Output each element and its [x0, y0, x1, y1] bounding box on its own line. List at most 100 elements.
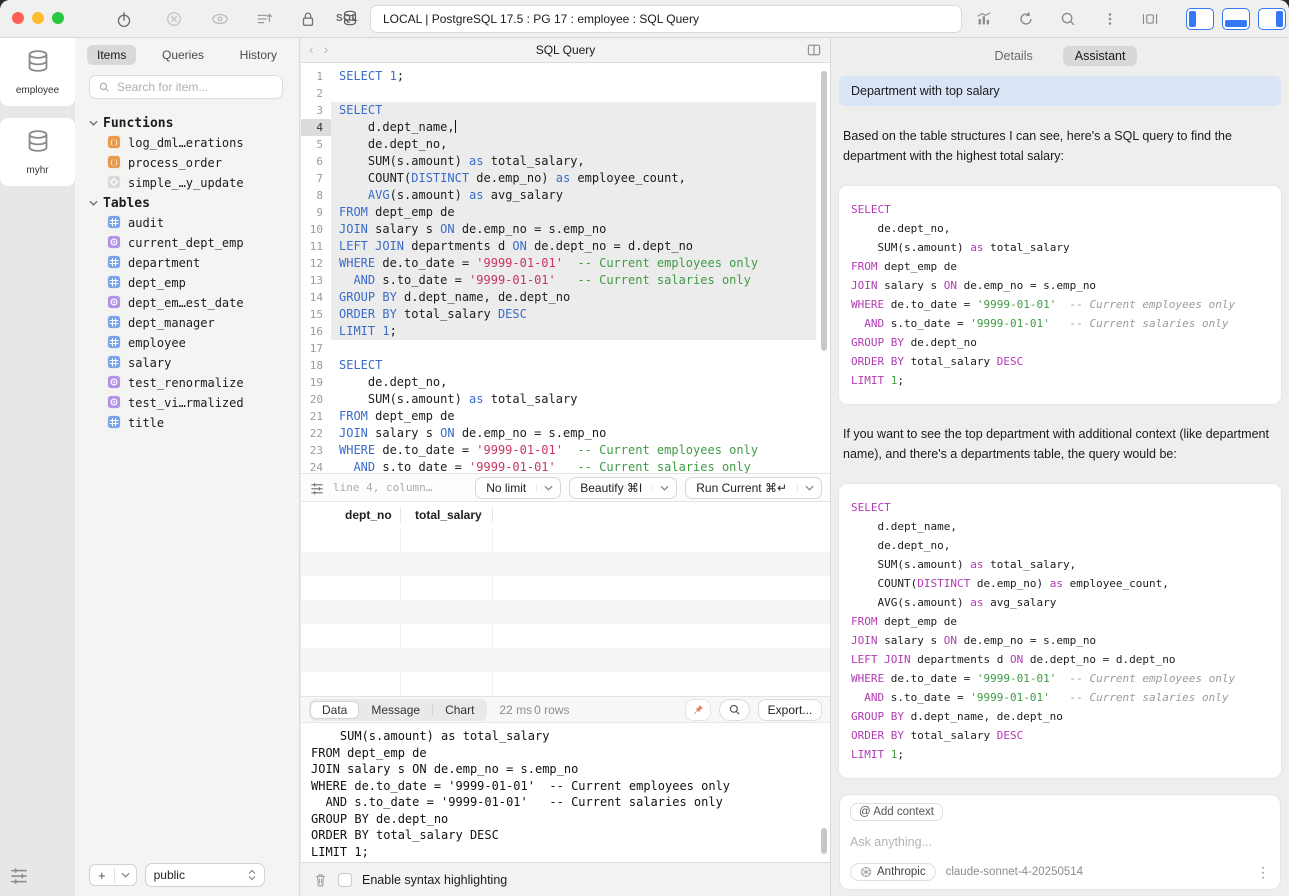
assistant-composer[interactable]: @ Add context Ask anything... Anthropic …: [839, 794, 1281, 890]
forward-button[interactable]: ›: [324, 41, 329, 57]
pin-icon[interactable]: [685, 699, 711, 721]
toggle-right-panel-button[interactable]: [1258, 8, 1286, 30]
syntax-highlighting-checkbox[interactable]: [338, 873, 352, 887]
rail-settings-icon[interactable]: [8, 864, 30, 886]
beautify-button[interactable]: Beautify ⌘I: [569, 477, 677, 499]
table-row[interactable]: [301, 648, 830, 672]
eye-icon[interactable]: [208, 7, 232, 31]
tab-queries[interactable]: Queries: [152, 45, 214, 65]
editor-line[interactable]: 3SELECT: [301, 102, 830, 119]
tables-section-header[interactable]: Tables: [89, 193, 293, 213]
tab-details[interactable]: Details: [983, 46, 1045, 66]
sidebar-item-simple_…y_update[interactable]: simple_…y_update: [89, 173, 293, 193]
tab-history[interactable]: History: [230, 45, 287, 65]
sidebar-item-process_order[interactable]: ()process_order: [89, 153, 293, 173]
tab-assistant[interactable]: Assistant: [1063, 46, 1138, 66]
queue-icon[interactable]: [252, 7, 276, 31]
run-current-button[interactable]: Run Current ⌘↵: [685, 477, 822, 499]
sidebar-item-dept_em…est_date[interactable]: dept_em…est_date: [89, 293, 293, 313]
functions-section-header[interactable]: Functions: [89, 113, 293, 133]
table-row[interactable]: [301, 624, 830, 648]
editor-line[interactable]: 4 d.dept_name,: [301, 119, 830, 136]
sql-editor[interactable]: 1SELECT 1;2 3SELECT4 d.dept_name,5 de.de…: [301, 63, 830, 473]
sidebar-item-audit[interactable]: audit: [89, 213, 293, 233]
sidebar-item-log_dml…erations[interactable]: ()log_dml…erations: [89, 133, 293, 153]
editor-line[interactable]: 6 SUM(s.amount) as total_salary,: [301, 153, 830, 170]
sidebar-item-title[interactable]: title: [89, 413, 293, 433]
toggle-left-panel-button[interactable]: [1186, 8, 1214, 30]
assistant-conversation[interactable]: Department with top salary Based on the …: [831, 68, 1289, 786]
query-console[interactable]: SUM(s.amount) as total_salaryFROM dept_e…: [301, 722, 830, 862]
column-header-total-salary[interactable]: total_salary: [401, 507, 493, 523]
editor-line[interactable]: 21FROM dept_emp de: [301, 408, 830, 425]
editor-line[interactable]: 18SELECT: [301, 357, 830, 374]
editor-line[interactable]: 7 COUNT(DISTINCT de.emp_no) as employee_…: [301, 170, 830, 187]
search-icon[interactable]: [1056, 7, 1080, 31]
editor-line[interactable]: 2: [301, 85, 830, 102]
editor-line[interactable]: 9FROM dept_emp de: [301, 204, 830, 221]
editor-scrollbar[interactable]: [821, 71, 827, 351]
export-button[interactable]: Export...: [758, 699, 822, 721]
editor-line[interactable]: 5 de.dept_no,: [301, 136, 830, 153]
editor-line[interactable]: 15ORDER BY total_salary DESC: [301, 306, 830, 323]
table-row[interactable]: [301, 672, 830, 696]
editor-line[interactable]: 24 AND s.to_date = '9999-01-01' -- Curre…: [301, 459, 830, 473]
console-scrollbar[interactable]: [821, 828, 827, 854]
sidebar-item-test_renormalize[interactable]: test_renormalize: [89, 373, 293, 393]
editor-line[interactable]: 16LIMIT 1;: [301, 323, 830, 340]
connection-icon[interactable]: [112, 7, 136, 31]
editor-settings-icon[interactable]: [309, 480, 325, 496]
sidebar-item-current_dept_emp[interactable]: current_dept_emp: [89, 233, 293, 253]
limit-dropdown[interactable]: No limit: [475, 477, 561, 499]
sidebar-item-test_vi…rmalized[interactable]: test_vi…rmalized: [89, 393, 293, 413]
tab-items[interactable]: Items: [87, 45, 136, 65]
editor-line[interactable]: 19 de.dept_no,: [301, 374, 830, 391]
editor-line[interactable]: 13 AND s.to_date = '9999-01-01' -- Curre…: [301, 272, 830, 289]
search-input[interactable]: [115, 79, 274, 95]
editor-line[interactable]: 23WHERE de.to_date = '9999-01-01' -- Cur…: [301, 442, 830, 459]
editor-line[interactable]: 14GROUP BY d.dept_name, de.dept_no: [301, 289, 830, 306]
sidebar-item-employee[interactable]: employee: [89, 333, 293, 353]
tab-message[interactable]: Message: [359, 701, 432, 719]
composer-options-icon[interactable]: ⋮: [1256, 867, 1270, 877]
layout-columns-icon[interactable]: [1138, 7, 1162, 31]
provider-selector[interactable]: Anthropic: [850, 863, 936, 881]
table-row[interactable]: [301, 552, 830, 576]
add-item-button[interactable]: +: [89, 864, 137, 886]
table-row[interactable]: [301, 576, 830, 600]
editor-line[interactable]: 12WHERE de.to_date = '9999-01-01' -- Cur…: [301, 255, 830, 272]
close-window-button[interactable]: [12, 12, 24, 24]
refresh-icon[interactable]: [1014, 7, 1038, 31]
zoom-window-button[interactable]: [52, 12, 64, 24]
table-row[interactable]: [301, 528, 830, 552]
split-editor-icon[interactable]: [806, 42, 822, 61]
editor-line[interactable]: 10JOIN salary s ON de.emp_no = s.emp_no: [301, 221, 830, 238]
column-header-dept-no[interactable]: dept_no: [331, 507, 401, 523]
connection-myhr[interactable]: myhr: [0, 118, 75, 186]
connection-title[interactable]: LOCAL | PostgreSQL 17.5 : PG 17 : employ…: [370, 5, 962, 33]
editor-line[interactable]: 1SELECT 1;: [301, 68, 830, 85]
disconnect-icon[interactable]: [162, 7, 186, 31]
search-results-button[interactable]: [719, 699, 750, 721]
trash-icon[interactable]: [313, 872, 328, 888]
more-options-icon[interactable]: [1098, 7, 1122, 31]
add-context-button[interactable]: @ Add context: [850, 803, 943, 821]
sidebar-item-department[interactable]: department: [89, 253, 293, 273]
editor-line[interactable]: 17: [301, 340, 830, 357]
item-search-field[interactable]: [89, 75, 283, 99]
ask-input[interactable]: Ask anything...: [850, 835, 1270, 849]
editor-line[interactable]: 8 AVG(s.amount) as avg_salary: [301, 187, 830, 204]
toggle-bottom-panel-button[interactable]: [1222, 8, 1250, 30]
tab-data[interactable]: Data: [310, 701, 359, 719]
sidebar-item-dept_emp[interactable]: dept_emp: [89, 273, 293, 293]
connection-employee[interactable]: employee: [0, 38, 75, 106]
lock-icon[interactable]: [296, 7, 320, 31]
editor-line[interactable]: 22JOIN salary s ON de.emp_no = s.emp_no: [301, 425, 830, 442]
back-button[interactable]: ‹: [309, 41, 314, 57]
schema-selector[interactable]: public: [145, 863, 265, 887]
minimize-window-button[interactable]: [32, 12, 44, 24]
editor-line[interactable]: 20 SUM(s.amount) as total_salary: [301, 391, 830, 408]
chart-icon[interactable]: [972, 7, 996, 31]
table-row[interactable]: [301, 600, 830, 624]
sidebar-item-salary[interactable]: salary: [89, 353, 293, 373]
